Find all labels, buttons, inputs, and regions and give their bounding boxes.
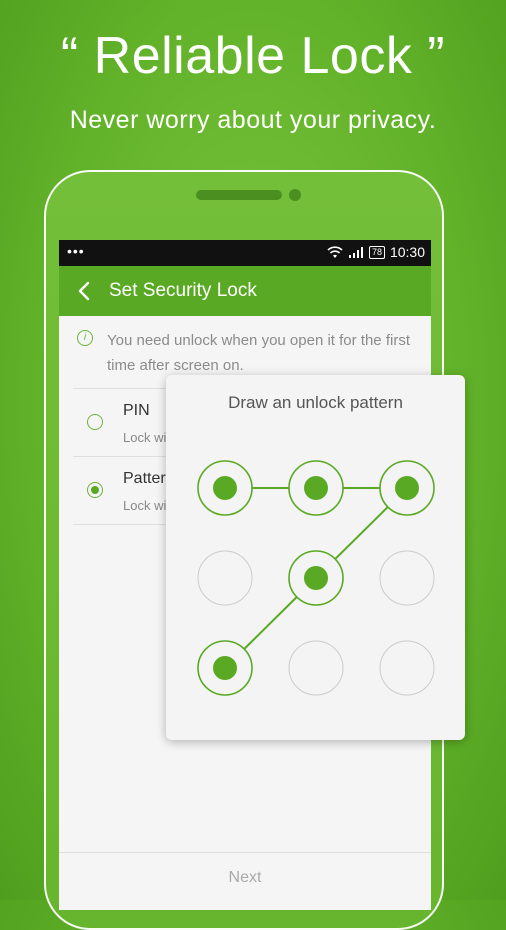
next-button[interactable]: Next [59, 869, 431, 887]
info-text: You need unlock when you open it for the… [107, 332, 410, 374]
pattern-grid[interactable] [166, 375, 465, 740]
pattern-node[interactable] [197, 640, 253, 696]
pattern-node[interactable] [288, 640, 344, 696]
promo-subline: Never worry about your privacy. [69, 106, 437, 134]
wifi-icon [327, 245, 343, 258]
promo-headline: “ Reliable Lock ” [60, 27, 446, 85]
pin-subtitle: Lock wi [123, 430, 167, 445]
pattern-subtitle: Lock wi [123, 498, 167, 513]
status-icons: 78 10:30 [327, 244, 425, 260]
pattern-node[interactable] [197, 460, 253, 516]
pattern-dialog: Draw an unlock pattern [166, 375, 465, 740]
notification-dots: ••• [67, 243, 85, 259]
phone-camera [289, 189, 301, 201]
app-bar: Set Security Lock [59, 266, 431, 316]
pattern-node[interactable] [197, 550, 253, 606]
status-time: 10:30 [389, 244, 425, 260]
page-title: Set Security Lock [109, 280, 257, 301]
pattern-node[interactable] [288, 460, 344, 516]
pattern-node[interactable] [288, 550, 344, 606]
pin-title: PIN [123, 402, 150, 419]
phone-speaker [196, 190, 282, 200]
pattern-node[interactable] [379, 640, 435, 696]
signal-icon [348, 246, 363, 258]
battery-icon: 78 [368, 245, 385, 259]
pattern-node[interactable] [379, 550, 435, 606]
bottom-bar: Next [59, 852, 431, 910]
pattern-radio[interactable] [87, 482, 103, 498]
back-arrow-icon[interactable] [73, 279, 97, 303]
info-icon: i [77, 330, 93, 346]
pin-radio[interactable] [87, 414, 103, 430]
pattern-title: Patter [123, 470, 166, 487]
pattern-node[interactable] [379, 460, 435, 516]
status-bar: ••• 78 10:30 [59, 240, 431, 266]
